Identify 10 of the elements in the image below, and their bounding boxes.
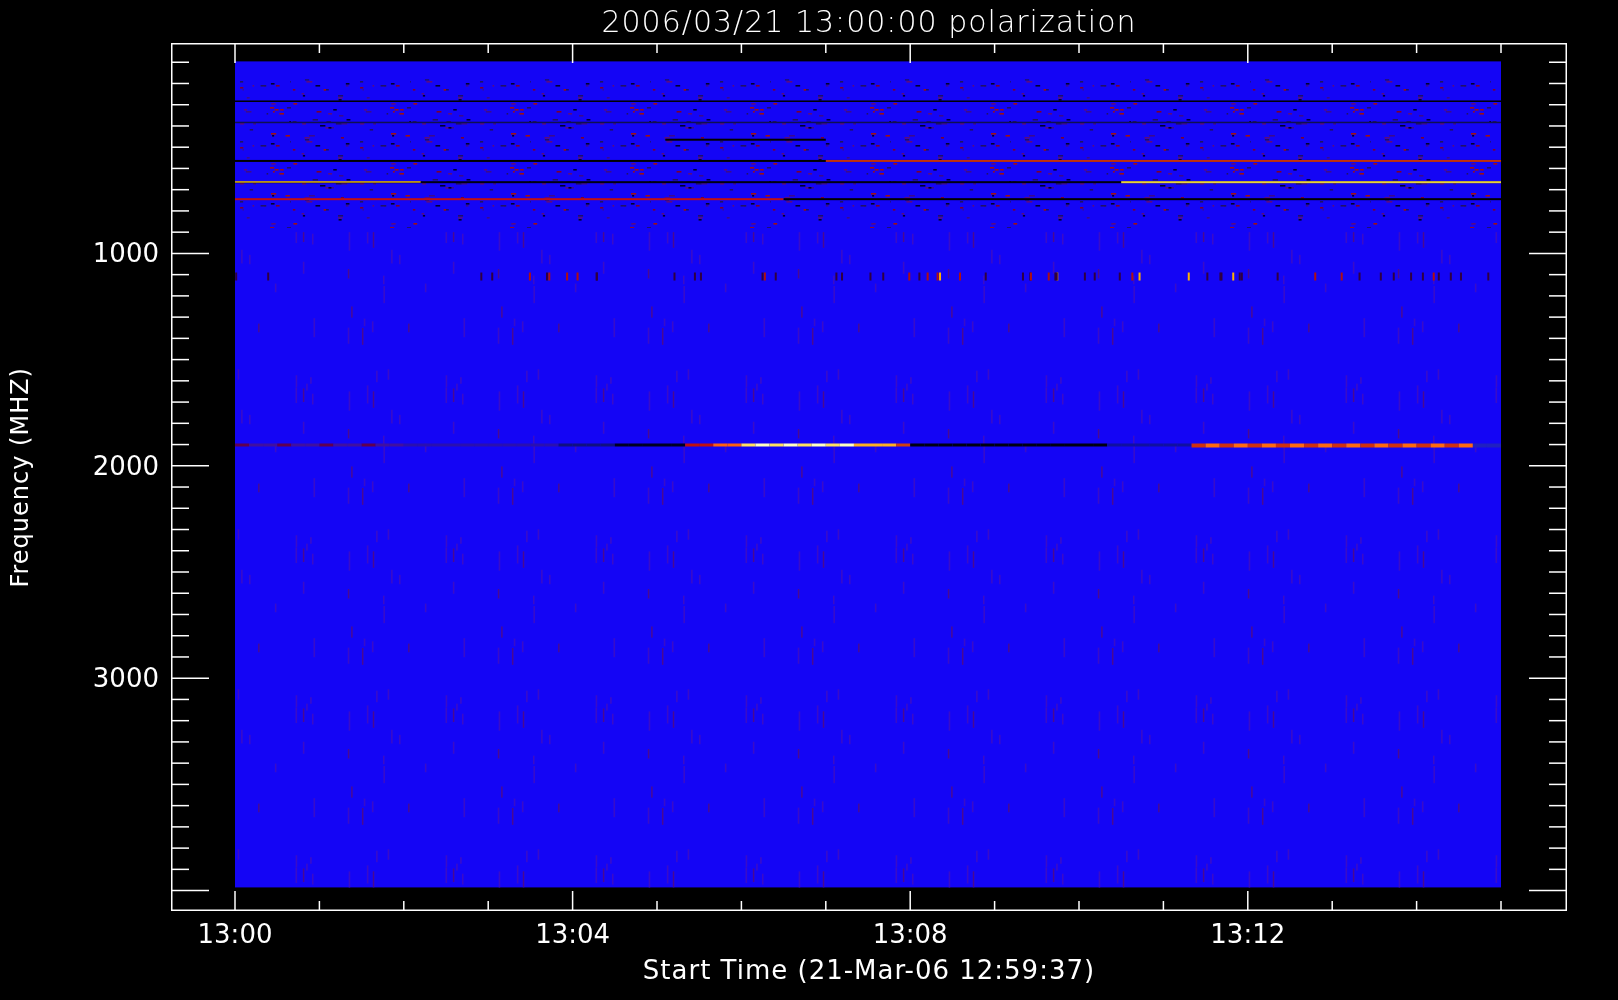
- x-axis-label: Start Time (21-Mar-06 12:59:37): [642, 955, 1096, 987]
- y-tick-label: 2000: [92, 452, 159, 479]
- y-tick-label: 3000: [92, 665, 159, 692]
- y-tick-label: 1000: [92, 240, 159, 267]
- x-tick-label: 13:12: [1210, 921, 1286, 947]
- plot-title: 2006/03/21 13:00:00 polarization: [601, 4, 1137, 39]
- x-tick-label: 13:04: [535, 921, 611, 947]
- x-tick-label: 13:00: [197, 921, 273, 947]
- x-tick-label: 13:08: [872, 921, 948, 947]
- y-axis-label: Frequency (MHZ): [6, 366, 34, 588]
